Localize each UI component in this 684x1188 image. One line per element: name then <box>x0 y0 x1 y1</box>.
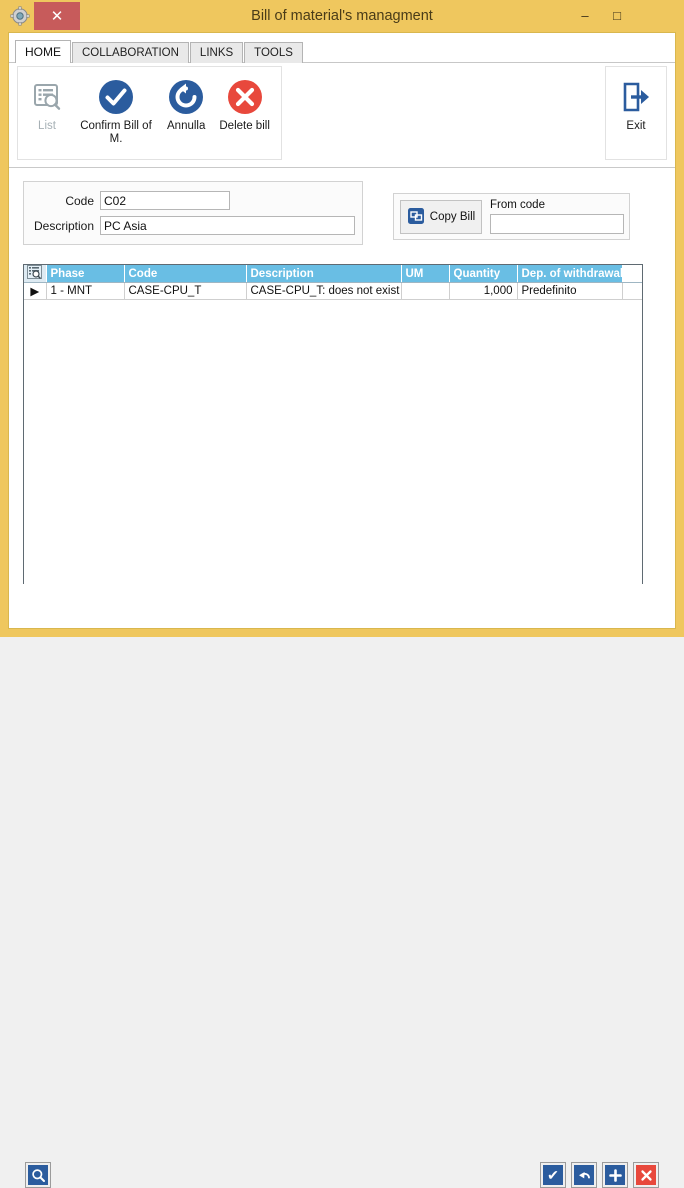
ribbon-tab-strip: HOME COLLABORATION LINKS TOOLS <box>9 40 675 63</box>
minimize-button[interactable]: – <box>570 2 600 28</box>
gear-icon <box>6 2 34 30</box>
cell-dep-of-withdrawal[interactable]: Predefinito <box>517 282 623 300</box>
client-area: HOME COLLABORATION LINKS TOOLS List Conf… <box>8 32 676 1188</box>
cell-filler <box>622 282 642 300</box>
cell-quantity[interactable]: 1,000 <box>449 282 518 300</box>
delete-row-button[interactable] <box>633 1162 659 1188</box>
list-button[interactable]: List <box>22 73 72 136</box>
undo-circle-icon <box>167 76 205 118</box>
grid-col-dep-of-withdrawal[interactable]: Dep. of withdrawal <box>517 265 623 283</box>
confirm-bill-of-m-label: Confirm Bill of M. <box>80 120 152 145</box>
close-x-icon <box>636 1165 656 1185</box>
plus-icon <box>605 1165 625 1185</box>
application-window: Bill of material's managment – □ ✕ HOME … <box>0 0 684 1188</box>
grid-col-code[interactable]: Code <box>124 265 247 283</box>
cell-um[interactable] <box>401 282 450 300</box>
grid-header-row: Phase Code Description UM Quantity Dep. … <box>24 265 642 283</box>
annulla-label: Annulla <box>167 120 206 132</box>
x-circle-icon <box>226 76 264 118</box>
grid-col-description[interactable]: Description <box>246 265 402 283</box>
copy-bill-button-label: Copy Bill <box>429 211 476 223</box>
ribbon-toolbar: List Confirm Bill of M. Annulla Delete b… <box>9 63 675 168</box>
ribbon-group-exit: Exit <box>605 66 667 160</box>
confirm-row-button[interactable]: ✔ <box>540 1162 566 1188</box>
confirm-bill-of-m-button[interactable]: Confirm Bill of M. <box>72 73 160 149</box>
from-code-label: From code <box>490 199 545 211</box>
code-field-row: Code <box>34 191 230 210</box>
bottom-toolbar: ✔ <box>9 584 675 1188</box>
grid-col-quantity[interactable]: Quantity <box>449 265 518 283</box>
exit-button[interactable]: Exit <box>611 73 661 136</box>
copy-window-icon <box>407 207 425 228</box>
from-code-input[interactable] <box>490 214 624 234</box>
description-label: Description <box>34 218 95 233</box>
list-search-icon <box>30 76 64 118</box>
bill-lines-grid[interactable]: Phase Code Description UM Quantity Dep. … <box>23 264 643 602</box>
description-field-row: Description <box>34 216 355 235</box>
cell-code[interactable]: CASE-CPU_T <box>124 282 247 300</box>
list-button-label: List <box>38 120 56 132</box>
tab-tools[interactable]: TOOLS <box>244 42 303 63</box>
delete-bill-button[interactable]: Delete bill <box>212 73 277 136</box>
ribbon-group-main: List Confirm Bill of M. Annulla Delete b… <box>17 66 282 160</box>
grid-col-filler <box>622 265 642 283</box>
tab-links[interactable]: LINKS <box>189 42 244 63</box>
code-input[interactable] <box>100 191 230 210</box>
row-selector-marker[interactable]: ▶ <box>24 282 47 300</box>
maximize-button[interactable]: □ <box>602 2 632 28</box>
grid-col-phase[interactable]: Phase <box>46 265 125 283</box>
annulla-button[interactable]: Annulla <box>160 73 212 136</box>
copy-bill-panel: Copy Bill From code <box>393 193 630 240</box>
cell-description[interactable]: CASE-CPU_T: does not exist <box>246 282 402 300</box>
undo-row-button[interactable] <box>571 1162 597 1188</box>
grid-select-all-icon[interactable] <box>24 265 47 283</box>
add-row-button[interactable] <box>602 1162 628 1188</box>
tab-home[interactable]: HOME <box>15 40 71 63</box>
magnifier-icon <box>28 1165 48 1185</box>
grid-table: Phase Code Description UM Quantity Dep. … <box>24 265 642 300</box>
grid-action-buttons: ✔ <box>540 1162 659 1188</box>
undo-arrow-icon <box>574 1165 594 1185</box>
cell-phase[interactable]: 1 - MNT <box>46 282 125 300</box>
close-button[interactable]: ✕ <box>34 2 80 30</box>
check-icon: ✔ <box>543 1165 563 1185</box>
delete-bill-label: Delete bill <box>219 120 270 132</box>
exit-label: Exit <box>626 120 646 132</box>
check-circle-icon <box>97 76 135 118</box>
grid-search-button[interactable] <box>25 1162 51 1188</box>
tab-collaboration[interactable]: COLLABORATION <box>72 42 189 63</box>
table-row[interactable]: ▶ 1 - MNT CASE-CPU_T CASE-CPU_T: does no… <box>24 282 642 300</box>
copy-bill-button[interactable]: Copy Bill <box>400 200 482 234</box>
title-bar: Bill of material's managment – □ ✕ <box>0 0 684 32</box>
bill-header-panel: Code Description <box>23 181 363 245</box>
grid-col-um[interactable]: UM <box>401 265 450 283</box>
exit-arrow-icon <box>619 76 653 118</box>
description-input[interactable] <box>100 216 355 235</box>
code-label: Code <box>65 193 94 208</box>
